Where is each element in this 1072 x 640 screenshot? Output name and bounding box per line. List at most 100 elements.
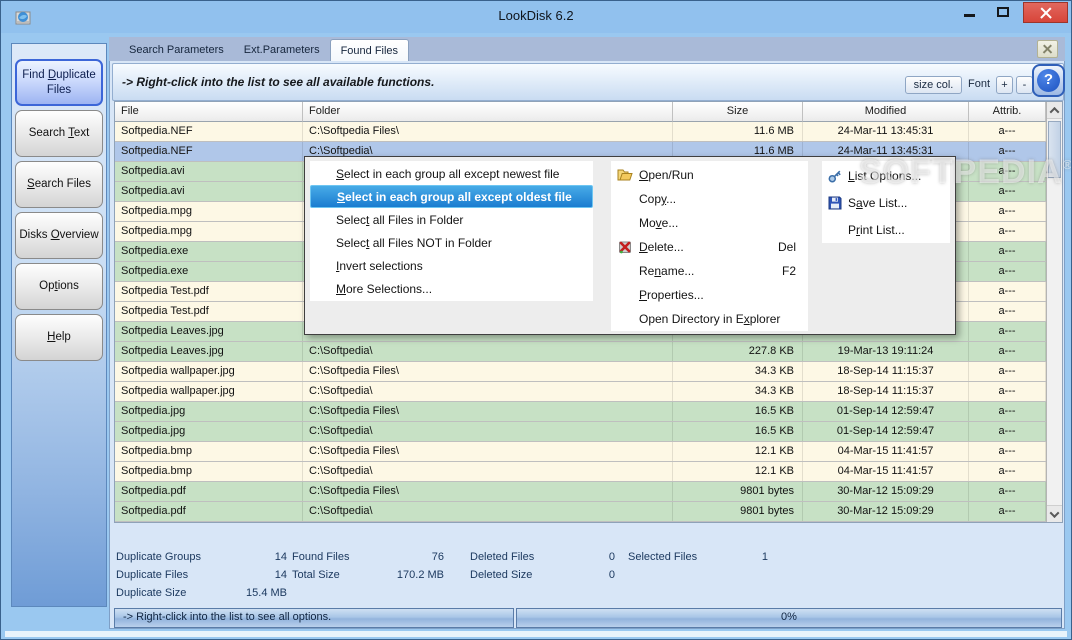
sidebar-button[interactable]: Options (15, 263, 103, 310)
menu-item-label: Select all Files NOT in Folder (336, 236, 593, 250)
menu-item[interactable]: Save List... (822, 189, 950, 216)
menu-item-label: Select in each group all except oldest f… (337, 190, 592, 204)
status-label: Found Files (292, 549, 372, 567)
label-post: ore Selections... (346, 282, 432, 296)
font-decrease-button[interactable]: - (1016, 76, 1033, 94)
menu-item[interactable]: Delete...Del (611, 235, 808, 259)
menu-item[interactable]: Print List... (822, 216, 950, 243)
menu-item[interactable]: Select all Files NOT in Folder (310, 231, 593, 254)
cell-file: Softpedia.jpg (115, 402, 303, 421)
cell-size: 34.3 KB (673, 382, 803, 401)
menu-item[interactable]: List Options... (822, 162, 950, 189)
menu-item[interactable]: Open/Run (611, 163, 808, 187)
table-row[interactable]: Softpedia.pdfC:\Softpedia Files\9801 byt… (115, 482, 1046, 502)
label-post: int List... (860, 223, 905, 237)
column-header-folder[interactable]: Folder (303, 102, 673, 122)
cell-attrib: a--- (969, 202, 1046, 221)
key-icon (822, 168, 848, 184)
menu-item[interactable]: Invert selections (310, 254, 593, 277)
menu-item[interactable]: Select in each group all except newest f… (310, 162, 593, 185)
cell-size: 227.8 KB (673, 342, 803, 361)
menu-item[interactable]: Properties... (611, 283, 808, 307)
table-row[interactable]: Softpedia.bmpC:\Softpedia\12.1 KB04-Mar-… (115, 462, 1046, 482)
menu-item-label: Select all Files in Folder (336, 213, 593, 227)
help-button[interactable]: ? (1032, 64, 1065, 97)
cell-folder: C:\Softpedia Files\ (303, 482, 673, 501)
menu-item-shortcut: F2 (782, 264, 808, 278)
sidebar-button[interactable]: Find Duplicate Files (15, 59, 103, 106)
cell-attrib: a--- (969, 402, 1046, 421)
sidebar-button[interactable]: Disks Overview (15, 212, 103, 259)
column-header-modified[interactable]: Modified (803, 102, 969, 122)
column-header-size[interactable]: Size (673, 102, 803, 122)
table-row[interactable]: Softpedia.jpgC:\Softpedia\16.5 KB01-Sep-… (115, 422, 1046, 442)
label-mnemonic: S (337, 190, 345, 204)
maximize-button[interactable] (989, 1, 1017, 23)
sidebar-button[interactable]: Help (15, 314, 103, 361)
sidebar-button[interactable]: Search Text (15, 110, 103, 157)
vertical-scrollbar[interactable] (1046, 102, 1062, 522)
menu-item-shortcut: Del (778, 240, 808, 254)
label-mnemonic: O (51, 229, 60, 241)
cell-attrib: a--- (969, 222, 1046, 241)
menu-item[interactable]: Select in each group all except oldest f… (310, 185, 593, 208)
sidebar-button-label: Options (36, 279, 82, 294)
menu-item[interactable]: Select all Files in Folder (310, 208, 593, 231)
table-row[interactable]: Softpedia.bmpC:\Softpedia Files\12.1 KB0… (115, 442, 1046, 462)
font-increase-button[interactable]: + (996, 76, 1013, 94)
table-row[interactable]: Softpedia Leaves.jpgC:\Softpedia\227.8 K… (115, 342, 1046, 362)
tab-ext-parameters[interactable]: Ext.Parameters (234, 39, 330, 61)
context-menu: Select in each group all except newest f… (304, 156, 956, 335)
cell-folder: C:\Softpedia Files\ (303, 122, 673, 141)
status-value: 15.4 MB (220, 585, 287, 603)
table-row[interactable]: Softpedia.jpgC:\Softpedia Files\16.5 KB0… (115, 402, 1046, 422)
menu-item[interactable]: Open Directory in Explorer (611, 307, 808, 331)
chevron-down-icon (1050, 508, 1060, 518)
size-col-button[interactable]: size col. (905, 76, 962, 94)
cell-attrib: a--- (969, 282, 1046, 301)
menu-item[interactable]: Rename...F2 (611, 259, 808, 283)
tab-found-files[interactable]: Found Files (330, 39, 409, 61)
label-pre: Cop (639, 192, 661, 206)
tab-close-button[interactable] (1037, 40, 1058, 58)
table-row[interactable]: Softpedia.pdfC:\Softpedia\9801 bytes30-M… (115, 502, 1046, 522)
cell-size: 12.1 KB (673, 462, 803, 481)
column-header-file[interactable]: File (115, 102, 303, 122)
menu-item[interactable]: More Selections... (310, 277, 593, 300)
menu-item-label: Copy... (639, 192, 808, 206)
cell-file: Softpedia wallpaper.jpg (115, 382, 303, 401)
label-pre: Open Directory in E (639, 312, 744, 326)
status-row: Total Size170.2 MB (292, 567, 444, 585)
tab-search-parameters[interactable]: Search Parameters (119, 39, 234, 61)
cell-modified: 18-Sep-14 11:15:37 (803, 362, 969, 381)
status-value: 0 (550, 567, 615, 585)
cell-attrib: a--- (969, 482, 1046, 501)
table-header: File Folder Size Modified Attrib. (115, 102, 1046, 122)
delete-icon (611, 239, 639, 255)
cell-file: Softpedia.NEF (115, 122, 303, 141)
scroll-down-button[interactable] (1047, 505, 1062, 522)
cell-attrib: a--- (969, 162, 1046, 181)
table-row[interactable]: Softpedia wallpaper.jpgC:\Softpedia\34.3… (115, 382, 1046, 402)
scroll-up-button[interactable] (1047, 102, 1062, 119)
column-header-attrib[interactable]: Attrib. (969, 102, 1046, 122)
label-pre: Disks (19, 229, 50, 241)
label-post: elete... (648, 240, 684, 254)
menu-item[interactable]: Move... (611, 211, 808, 235)
cell-file: Softpedia Leaves.jpg (115, 322, 303, 341)
minimize-button[interactable] (955, 1, 983, 23)
scroll-thumb[interactable] (1048, 121, 1061, 178)
close-button[interactable] (1023, 2, 1068, 23)
label-post: plorer (750, 312, 781, 326)
sidebar-button[interactable]: Search Files (15, 161, 103, 208)
cell-size: 12.1 KB (673, 442, 803, 461)
menu-item-label: Save List... (848, 196, 950, 210)
label-post: ... (666, 192, 676, 206)
menu-item[interactable]: Copy... (611, 187, 808, 211)
table-row[interactable]: Softpedia wallpaper.jpgC:\Softpedia File… (115, 362, 1046, 382)
cell-attrib: a--- (969, 322, 1046, 341)
status-group: Found Files76Total Size170.2 MB (292, 549, 444, 585)
label-post: roperties... (647, 288, 704, 302)
table-row[interactable]: Softpedia.NEFC:\Softpedia Files\11.6 MB2… (115, 122, 1046, 142)
title-bar[interactable]: LookDisk 6.2 (1, 1, 1071, 33)
